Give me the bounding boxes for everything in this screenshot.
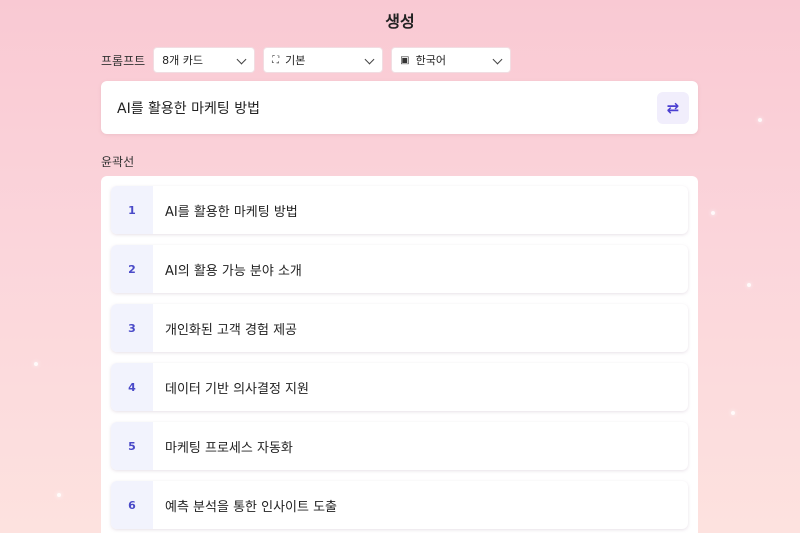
item-text: 데이터 기반 의사결정 지원 xyxy=(165,381,309,397)
outline-label: 윤곽선 xyxy=(101,155,135,169)
chevron-down-icon xyxy=(236,54,247,65)
item-number: 5 xyxy=(111,422,153,470)
item-text: 마케팅 프로세스 자동화 xyxy=(165,440,293,456)
item-number: 6 xyxy=(111,481,153,529)
language-value: 한국어 xyxy=(415,54,446,67)
refresh-button[interactable]: ⇄ xyxy=(657,92,689,124)
outline-item[interactable]: 1 AI를 활용한 마케팅 방법 xyxy=(111,186,688,234)
theme-value: 기본 xyxy=(285,54,306,67)
item-number: 1 xyxy=(111,186,153,234)
item-text: 예측 분석을 통한 인사이트 도출 xyxy=(165,499,338,515)
sparkle-decoration xyxy=(747,283,751,287)
sparkle-decoration xyxy=(57,493,61,497)
prompt-settings-row: 프롬프트 8개 카드 ⛶ 기본 ▣ 한국어 xyxy=(101,47,519,73)
card-count-value: 8개 카드 xyxy=(162,54,204,67)
outline-item[interactable]: 6 예측 분석을 통한 인사이트 도출 xyxy=(111,481,688,529)
topic-input[interactable]: AI를 활용한 마케팅 방법 ⇄ xyxy=(101,81,698,134)
item-number: 3 xyxy=(111,304,153,352)
item-text: AI를 활용한 마케팅 방법 xyxy=(165,204,298,220)
sparkle-decoration xyxy=(711,211,715,215)
topic-text: AI를 활용한 마케팅 방법 xyxy=(117,100,260,117)
sparkle-decoration xyxy=(731,411,735,415)
outline-panel: 1 AI를 활용한 마케팅 방법 2 AI의 활용 가능 분야 소개 3 개인화… xyxy=(101,176,698,533)
outline-item[interactable]: 5 마케팅 프로세스 자동화 xyxy=(111,422,688,470)
language-select[interactable]: ▣ 한국어 xyxy=(391,47,512,73)
prompt-label: 프롬프트 xyxy=(101,53,146,68)
sparkle-decoration xyxy=(758,118,762,122)
outline-item[interactable]: 3 개인화된 고객 경험 제공 xyxy=(111,304,688,352)
item-number: 4 xyxy=(111,363,153,411)
translate-icon: ▣ xyxy=(400,54,410,66)
chevron-down-icon xyxy=(364,54,375,65)
refresh-icon: ⇄ xyxy=(666,99,680,117)
chevron-down-icon xyxy=(492,54,503,65)
item-text: AI의 활용 가능 분야 소개 xyxy=(165,263,302,279)
item-text: 개인화된 고객 경험 제공 xyxy=(165,322,297,338)
item-number: 2 xyxy=(111,245,153,293)
sparkle-decoration xyxy=(34,362,38,366)
theme-select[interactable]: ⛶ 기본 xyxy=(263,47,384,73)
page-title: 생성 xyxy=(385,12,415,31)
outline-item[interactable]: 4 데이터 기반 의사결정 지원 xyxy=(111,363,688,411)
card-count-select[interactable]: 8개 카드 xyxy=(153,47,256,73)
layout-icon: ⛶ xyxy=(272,54,280,66)
outline-item[interactable]: 2 AI의 활용 가능 분야 소개 xyxy=(111,245,688,293)
